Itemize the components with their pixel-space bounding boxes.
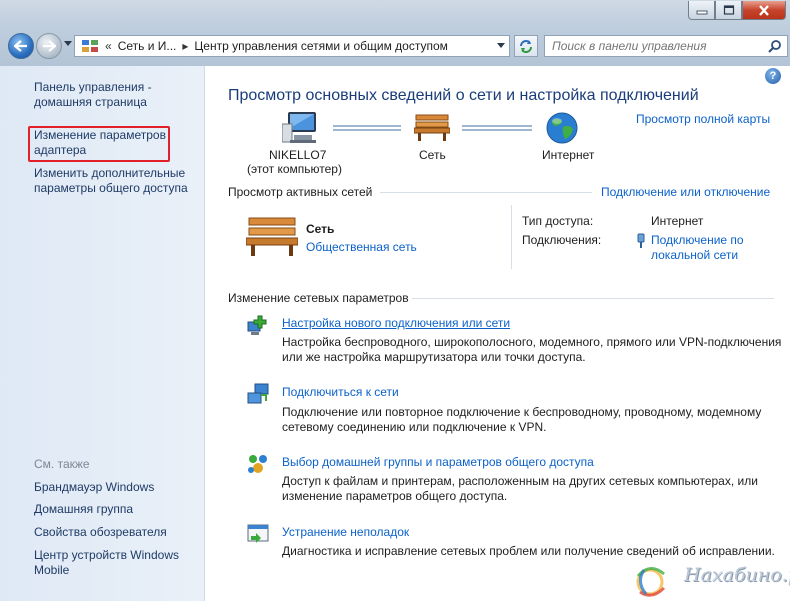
computer-icon [282,112,316,143]
map-internet-label: Интернет [542,148,595,162]
map-link-network-internet [462,125,532,131]
search-input[interactable] [545,36,755,56]
ethernet-icon [637,233,645,248]
connect-to-network-link[interactable]: Подключиться к сети [282,385,399,399]
control-panel-home-link[interactable]: Панель управления - домашняя страница [34,80,184,110]
see-also-mobile-device-center-link[interactable]: Центр устройств Windows Mobile [34,548,184,578]
maximize-icon [723,5,734,15]
network-location-type-link[interactable]: Общественная сеть [306,240,417,254]
see-also-firewall-link[interactable]: Брандмауэр Windows [34,480,154,495]
refresh-button[interactable] [514,35,538,57]
minimize-button[interactable] [688,1,715,20]
access-type-label: Тип доступа: [522,214,594,228]
connect-to-network-desc: Подключение или повторное подключение к … [282,405,762,434]
active-network-name: Сеть [306,222,335,236]
page-title: Просмотр основных сведений о сети и наст… [228,87,699,104]
forward-button[interactable] [36,33,62,59]
window-controls [688,1,786,20]
change-settings-heading: Изменение сетевых параметров [228,291,409,305]
connect-disconnect-link[interactable]: Подключение или отключение [601,185,770,199]
arrow-right-icon [43,40,56,52]
search-icon[interactable] [768,39,782,53]
search-box [544,35,788,57]
view-full-map-link[interactable]: Просмотр полной карты [636,112,770,126]
change-settings-divider [412,298,774,299]
advanced-sharing-settings-link[interactable]: Изменить дополнительные параметры общего… [34,166,194,196]
window-chrome: « Сеть и И... ▸ Центр управления сетями … [0,0,790,66]
see-also-heading: См. также [34,457,90,471]
change-adapter-settings-link[interactable]: Изменение параметров адаптера [34,128,170,158]
breadcrumb-overflow[interactable]: « [105,39,112,53]
watermark-logo: Нахабино.ру [628,558,790,600]
breadcrumb-separator: ▸ [182,39,189,53]
network-bench-large-icon [246,217,298,256]
main-content [206,66,790,601]
map-computer-caption: (этот компьютер) [247,162,342,176]
map-computer-name: NIKELLO7 [269,148,327,162]
troubleshoot-icon [247,524,269,543]
minimize-icon [696,10,707,15]
see-also-internet-options-link[interactable]: Свойства обозревателя [34,525,167,540]
watermark-text: Нахабино.ру [684,564,790,586]
setup-new-connection-desc: Настройка беспроводного, широкополосного… [282,335,782,364]
globe-icon [546,112,578,144]
refresh-icon [520,40,532,53]
map-link-computer-network [333,125,401,131]
arrow-left-icon [14,40,27,52]
new-connection-icon [247,315,267,335]
active-networks-heading: Просмотр активных сетей [228,185,373,199]
breadcrumb-network[interactable]: Сеть и И... [118,39,177,53]
navigation-bar: « Сеть и И... ▸ Центр управления сетями … [6,31,788,61]
homegroup-sharing-desc: Доступ к файлам и принтерам, расположенн… [282,474,758,503]
help-icon[interactable]: ? [765,68,781,84]
see-also-homegroup-link[interactable]: Домашняя группа [34,502,133,517]
maximize-button[interactable] [715,1,742,20]
homegroup-icon [248,455,267,473]
history-dropdown-icon[interactable] [64,41,72,47]
close-icon [759,4,769,16]
troubleshoot-desc: Диагностика и исправление сетевых пробле… [282,544,775,558]
address-bar[interactable]: « Сеть и И... ▸ Центр управления сетями … [74,35,510,57]
local-area-connection-link[interactable]: Подключение по локальной сети [651,233,771,263]
connections-label: Подключения: [522,233,602,247]
troubleshoot-link[interactable]: Устранение неполадок [282,525,409,539]
connect-to-network-icon [247,383,269,404]
network-bench-icon [414,114,450,141]
homegroup-sharing-link[interactable]: Выбор домашней группы и параметров общег… [282,455,594,469]
access-type-value: Интернет [651,214,704,228]
active-networks-divider [380,192,592,193]
active-networks-vertical-divider [511,205,512,269]
address-dropdown-icon[interactable] [497,43,505,49]
close-button[interactable] [742,1,786,20]
map-network-label: Сеть [419,148,446,162]
back-button[interactable] [8,33,34,59]
control-panel-icon [82,40,98,52]
setup-new-connection-link[interactable]: Настройка нового подключения или сети [282,316,510,330]
breadcrumb-network-center[interactable]: Центр управления сетями и общим доступом [194,39,448,53]
